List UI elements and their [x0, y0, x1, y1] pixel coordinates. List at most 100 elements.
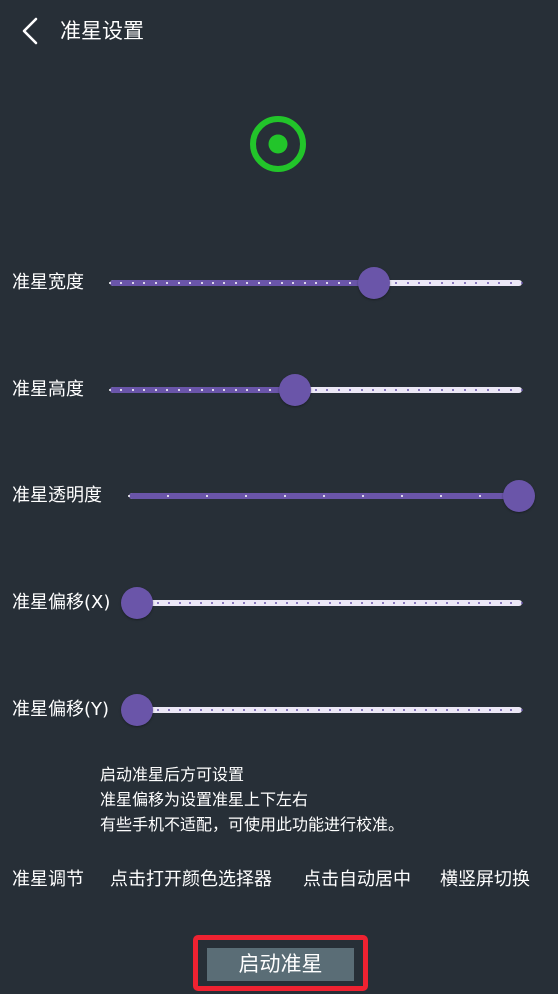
slider-tick: [446, 709, 449, 711]
slider-tick: [349, 602, 352, 604]
slider-thumb[interactable]: [121, 694, 153, 726]
slider-tick: [339, 602, 342, 604]
slider-ticks: [109, 389, 523, 391]
slider-tick: [381, 709, 384, 711]
auto-center-button[interactable]: 点击自动居中: [303, 866, 411, 894]
slider-tick: [349, 709, 352, 711]
slider-tick: [463, 389, 466, 391]
open-color-picker-button[interactable]: 点击打开颜色选择器: [110, 866, 272, 894]
slider-tick: [467, 709, 470, 711]
width-slider[interactable]: [109, 263, 523, 303]
slider-tick: [392, 602, 395, 604]
slider-tick: [269, 389, 272, 391]
slider-tick: [253, 602, 256, 604]
slider-tick: [275, 602, 278, 604]
slider-tick: [349, 282, 352, 284]
slider-tick: [488, 709, 491, 711]
slider-tick: [360, 602, 363, 604]
slider-tick: [440, 282, 443, 284]
slider-tick: [284, 495, 286, 497]
crosshair-target-icon: [250, 116, 306, 172]
slider-tick: [200, 282, 203, 284]
slider-tick: [223, 389, 226, 391]
slider-thumb[interactable]: [503, 480, 535, 512]
slider-tick: [406, 282, 409, 284]
slider-tick: [189, 282, 192, 284]
slider-tick: [395, 389, 398, 391]
slider-ticks: [136, 602, 523, 604]
slider-tick: [109, 282, 111, 284]
slider-tick: [521, 389, 523, 391]
slider-tick: [315, 389, 317, 391]
slider-tick: [452, 389, 455, 391]
slider-tick: [189, 602, 192, 604]
slider-thumb[interactable]: [121, 587, 153, 619]
slider-tick: [307, 602, 310, 604]
slider-tick: [440, 389, 443, 391]
page-title: 准星设置: [60, 19, 144, 43]
slider-tick: [510, 709, 513, 711]
slider-tick: [131, 389, 134, 391]
chevron-left-icon[interactable]: [14, 14, 48, 48]
slider-tick: [475, 282, 478, 284]
slider-tick: [486, 389, 489, 391]
orientation-toggle-button[interactable]: 横竖屏切换: [440, 866, 530, 894]
slider-tick: [440, 495, 442, 497]
slider-tick: [446, 602, 449, 604]
height-slider[interactable]: [109, 370, 523, 410]
slider-tick: [467, 602, 470, 604]
slider-tick: [166, 282, 169, 284]
slider-tick: [479, 495, 481, 497]
slider-tick: [509, 389, 512, 391]
start-crosshair-button[interactable]: 启动准星: [207, 948, 354, 981]
slider-tick: [292, 282, 295, 284]
slider-tick: [429, 282, 432, 284]
opacity-slider[interactable]: [128, 476, 535, 516]
slider-tick: [242, 602, 245, 604]
slider-ticks: [136, 709, 523, 711]
slider-thumb[interactable]: [279, 374, 312, 406]
slider-tick: [280, 282, 283, 284]
slider-tick: [372, 389, 375, 391]
slider-tick: [246, 282, 249, 284]
slider-tick: [120, 282, 123, 284]
slider-tick: [154, 282, 157, 284]
slider-tick: [154, 389, 157, 391]
slider-tick: [109, 389, 111, 391]
slider-tick: [337, 282, 340, 284]
slider-tick: [475, 389, 478, 391]
slider-tick: [143, 389, 146, 391]
slider-tick: [463, 282, 466, 284]
slider-tick: [189, 709, 192, 711]
info-line: 准星偏移为设置准星上下左右: [100, 790, 309, 809]
slider-tick: [269, 282, 272, 284]
slider-tick: [131, 282, 134, 284]
crosshair-adjust-button[interactable]: 准星调节: [12, 866, 84, 894]
slider-tick: [521, 709, 523, 711]
slider-tick: [498, 282, 501, 284]
slider-tick: [232, 709, 235, 711]
slider-tick: [178, 709, 181, 711]
slider-tick: [435, 709, 438, 711]
slider-tick: [177, 282, 180, 284]
slider-tick: [360, 709, 363, 711]
offset-y-slider[interactable]: [121, 690, 523, 730]
slider-tick: [478, 709, 481, 711]
slider-tick: [200, 602, 203, 604]
slider-tick: [178, 602, 181, 604]
slider-tick: [157, 602, 160, 604]
slider-tick: [510, 602, 513, 604]
slider-tick: [349, 389, 352, 391]
slider-tick: [418, 282, 420, 284]
slider-tick: [339, 709, 342, 711]
offset-x-slider[interactable]: [121, 583, 523, 623]
slider-tick: [499, 709, 502, 711]
slider-row-width: 准星宽度: [0, 263, 558, 303]
slider-tick: [120, 389, 123, 391]
slider-tick: [498, 389, 501, 391]
slider-tick: [392, 709, 395, 711]
slider-thumb[interactable]: [357, 267, 390, 299]
info-text: 启动准星后方可设置 准星偏移为设置准星上下左右 有些手机不适配，可使用此功能进行…: [100, 762, 404, 837]
slider-tick: [206, 495, 208, 497]
slider-tick: [303, 282, 306, 284]
